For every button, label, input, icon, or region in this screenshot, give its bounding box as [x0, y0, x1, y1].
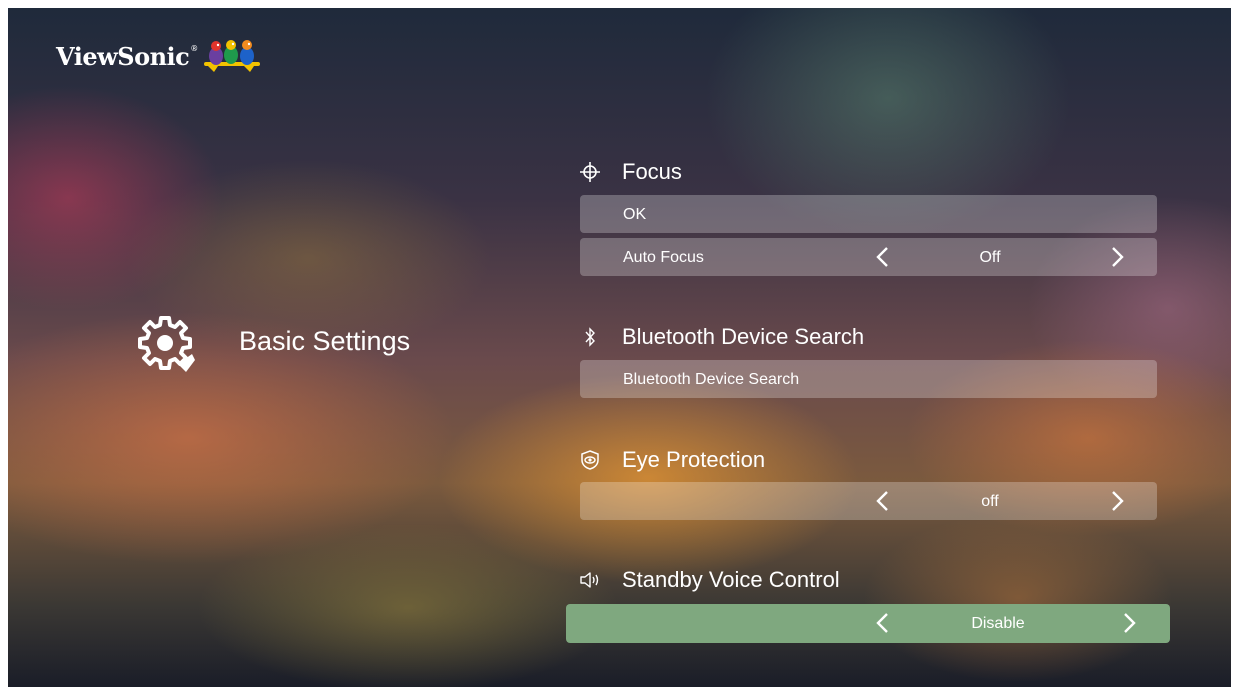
- bluetooth-icon: [579, 326, 601, 348]
- standby-voice-header: Standby Voice Control: [579, 567, 840, 593]
- bluetooth-title: Bluetooth Device Search: [622, 324, 865, 349]
- eye-protection-value: off: [981, 493, 999, 510]
- birds-logo-icon: [204, 40, 261, 72]
- eye-shield-icon: [579, 449, 601, 471]
- settings-screen: ViewSonic ® Basic Settings Focus OK Auto…: [8, 8, 1231, 687]
- speaker-icon: [579, 569, 601, 591]
- chevron-left-icon[interactable]: [874, 612, 890, 634]
- chevron-left-icon[interactable]: [874, 490, 890, 512]
- standby-voice-value: Disable: [971, 615, 1025, 632]
- focus-ok-label: OK: [623, 206, 647, 223]
- bluetooth-search-row[interactable]: Bluetooth Device Search: [580, 360, 1157, 398]
- focus-header: Focus: [579, 159, 682, 185]
- focus-ok-row[interactable]: OK: [580, 195, 1157, 233]
- standby-voice-title: Standby Voice Control: [622, 567, 840, 592]
- chevron-right-icon[interactable]: [1110, 246, 1126, 268]
- focus-title: Focus: [622, 159, 682, 184]
- chevron-left-icon[interactable]: [874, 246, 890, 268]
- auto-focus-value: Off: [979, 249, 1001, 266]
- auto-focus-label: Auto Focus: [623, 249, 704, 266]
- gear-settings-icon: [138, 316, 195, 372]
- section-title: Basic Settings: [239, 326, 411, 356]
- eye-protection-row[interactable]: off: [580, 482, 1157, 520]
- logo-registered-mark: ®: [190, 44, 199, 53]
- logo-text: ViewSonic: [56, 41, 190, 71]
- standby-voice-row[interactable]: Disable: [566, 604, 1170, 643]
- bluetooth-search-label: Bluetooth Device Search: [623, 371, 800, 388]
- eye-protection-title: Eye Protection: [622, 447, 766, 472]
- chevron-right-icon[interactable]: [1110, 490, 1126, 512]
- crosshair-icon: [579, 161, 601, 183]
- eye-protection-header: Eye Protection: [579, 447, 765, 473]
- bluetooth-header: Bluetooth Device Search: [579, 324, 864, 350]
- viewsonic-logo: ViewSonic ®: [56, 38, 261, 74]
- auto-focus-row[interactable]: Auto Focus Off: [580, 238, 1157, 276]
- chevron-right-icon[interactable]: [1122, 612, 1138, 634]
